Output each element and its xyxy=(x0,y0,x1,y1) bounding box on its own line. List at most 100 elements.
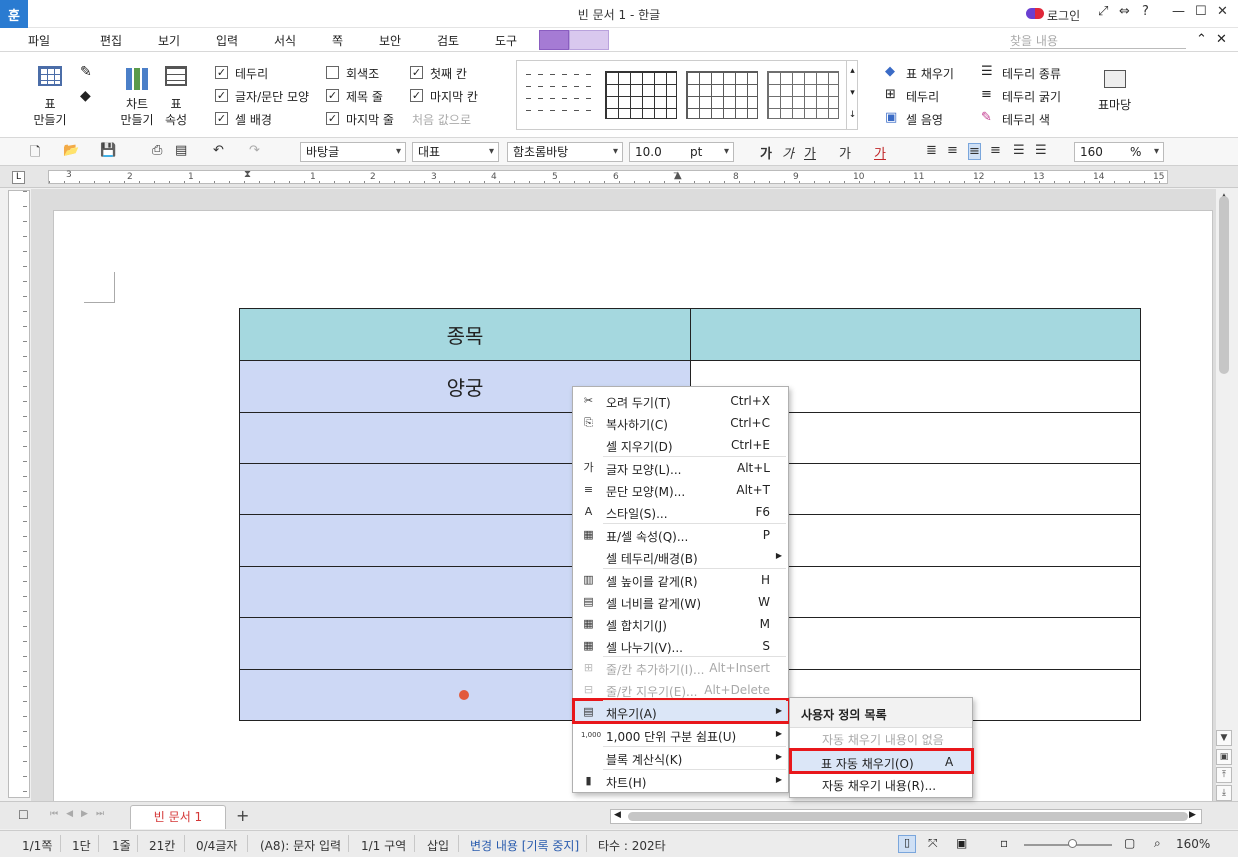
context-menu-item[interactable]: 셀 지우기(D) Ctrl+E xyxy=(573,434,788,456)
context-menu-item[interactable]: 가 글자 모양(L)... Alt+L xyxy=(573,457,788,479)
page-down-icon[interactable]: ⤓ xyxy=(1216,785,1232,801)
minimize-icon[interactable]: — xyxy=(1172,4,1185,19)
status-zoom[interactable]: 160% xyxy=(1176,837,1210,851)
check-cell-bg[interactable]: ✓ xyxy=(215,112,228,125)
menu-page[interactable]: 쪽 xyxy=(332,32,343,49)
menu-edit[interactable]: 편집 xyxy=(100,32,122,49)
new-doc-icon[interactable]: 🗋 xyxy=(30,143,40,165)
font-select[interactable]: 함초롬바탕 xyxy=(507,142,623,162)
pen-icon[interactable]: ✎ xyxy=(80,64,92,80)
redo-icon[interactable]: ↷ xyxy=(249,143,260,158)
auto-fill-content-item[interactable]: 자동 채우기 내용(R)... xyxy=(790,777,972,794)
close-icon[interactable]: ✕ xyxy=(1217,4,1228,19)
check-char-para[interactable]: ✓ xyxy=(215,89,228,102)
shade-icon[interactable]: ▣ xyxy=(885,110,897,125)
add-tab-button[interactable]: + xyxy=(236,806,249,825)
bold-icon[interactable]: 가 xyxy=(760,143,772,162)
context-menu-item[interactable]: A 스타일(S)... F6 xyxy=(573,501,788,523)
table-layout-tab[interactable] xyxy=(569,30,609,50)
border-icon[interactable]: ⊞ xyxy=(885,87,896,102)
menu-tools[interactable]: 도구 xyxy=(495,32,517,49)
border-type-button[interactable]: 테두리 종류 xyxy=(1002,65,1061,82)
print-icon[interactable]: ⎙ xyxy=(152,143,162,158)
underline-icon[interactable]: 가 xyxy=(804,143,816,162)
context-menu-item[interactable]: ▦ 셀 합치기(J) M xyxy=(573,613,788,635)
context-menu-item[interactable]: ▤ 채우기(A) ▶ xyxy=(573,701,788,723)
chart-make-button[interactable]: 차트 만들기 xyxy=(114,96,160,128)
menu-view[interactable]: 보기 xyxy=(158,32,180,49)
zoom-input[interactable]: 160 xyxy=(1074,142,1164,162)
zoom-out-icon[interactable]: ▫ xyxy=(1000,836,1008,850)
table-make-button[interactable]: 표 만들기 xyxy=(26,96,74,128)
align-justify-icon[interactable]: ≣ xyxy=(926,143,937,158)
chart-icon[interactable] xyxy=(126,68,148,90)
scroll-right-icon[interactable]: ▶ xyxy=(1189,810,1196,820)
check-last-row[interactable]: ✓ xyxy=(326,112,339,125)
table-fill-button[interactable]: 표 채우기 xyxy=(906,65,954,82)
border-color-icon[interactable]: ✎ xyxy=(981,110,992,125)
table-style-icon[interactable] xyxy=(1104,70,1126,88)
indent-marker[interactable]: ⧗ xyxy=(244,169,251,180)
close-doc-icon[interactable]: ✕ xyxy=(1216,32,1227,47)
font-size-input[interactable]: 10.0 xyxy=(629,142,734,162)
context-menu-item[interactable]: ▮ 차트(H) ▶ xyxy=(573,770,788,792)
table-props-icon[interactable] xyxy=(165,66,187,86)
table-props-button[interactable]: 표 속성 xyxy=(160,96,192,128)
maximize-icon[interactable]: ☐ xyxy=(1195,4,1207,19)
page-view-icon[interactable]: ▣ xyxy=(1216,749,1232,765)
undo-icon[interactable]: ↶ xyxy=(213,143,224,158)
view-fit-icon[interactable]: ⤧ xyxy=(928,836,938,851)
align-distribute-icon[interactable]: ☰ xyxy=(1013,143,1025,158)
context-menu-item[interactable]: ▤ 셀 너비를 같게(W) W xyxy=(573,591,788,613)
auto-fill-menu-item[interactable]: 표 자동 채우기(O) A xyxy=(789,748,974,774)
check-title-row[interactable]: ✓ xyxy=(326,89,339,102)
italic-icon[interactable]: 가 xyxy=(782,143,794,162)
table-header-cell[interactable]: 종목 xyxy=(239,307,691,362)
zoom-in-icon[interactable]: ▢ xyxy=(1124,836,1135,850)
language-select[interactable]: 대표 xyxy=(412,142,499,162)
border-type-icon[interactable]: ☰ xyxy=(981,64,993,79)
fullscreen-icon[interactable]: ⤢ xyxy=(1098,4,1108,19)
login-icon[interactable] xyxy=(1026,8,1044,19)
border-width-icon[interactable]: ≡ xyxy=(981,87,992,102)
check-grayscale[interactable] xyxy=(326,66,339,79)
menu-format[interactable]: 서식 xyxy=(274,32,296,49)
vertical-scroll-thumb[interactable] xyxy=(1219,196,1229,374)
table-style-button[interactable]: 표마당 xyxy=(1098,96,1131,113)
help-button[interactable]: ? xyxy=(1142,4,1149,19)
gallery-scroll[interactable]: ▴ ▾ ↓ xyxy=(846,60,858,130)
status-mode[interactable]: 삽입 xyxy=(427,837,449,854)
align-right-icon[interactable]: ≡ xyxy=(990,143,1001,158)
context-menu-item[interactable]: ▦ 셀 나누기(V)... S xyxy=(573,635,788,657)
menu-review[interactable]: 검토 xyxy=(437,32,459,49)
ribbon-collapse-icon[interactable]: ⌃ xyxy=(1196,32,1207,47)
table-header-cell[interactable] xyxy=(690,307,1141,362)
horizontal-ruler[interactable] xyxy=(48,170,1168,184)
style-select[interactable]: 바탕글 xyxy=(300,142,406,162)
reset-button[interactable]: 처음 값으로 xyxy=(412,111,471,128)
style-preview-4[interactable] xyxy=(767,71,839,119)
tab-nav-icons[interactable]: ⏮◀▶⏭ xyxy=(50,809,112,819)
context-menu-item[interactable]: ✂ 오려 두기(T) Ctrl+X xyxy=(573,390,788,412)
cell-shade-button[interactable]: 셀 음영 xyxy=(906,111,943,128)
tab-type-icon[interactable]: L xyxy=(12,171,25,184)
check-border[interactable]: ✓ xyxy=(215,66,228,79)
table-icon[interactable] xyxy=(38,66,62,86)
page-up-icon[interactable]: ⤒ xyxy=(1216,767,1232,783)
eraser-icon[interactable]: ◆ xyxy=(80,88,91,104)
open-icon[interactable]: 📂 xyxy=(63,143,79,158)
border-button[interactable]: 테두리 xyxy=(906,88,939,105)
context-menu-item[interactable]: 1,000 1,000 단위 구분 쉼표(U) ▶ xyxy=(573,724,788,746)
strike-icon[interactable]: 가 xyxy=(839,143,851,162)
context-menu-item[interactable]: ▥ 셀 높이를 같게(R) H xyxy=(573,569,788,591)
check-last-col[interactable]: ✓ xyxy=(410,89,423,102)
context-menu-item[interactable]: ≡ 문단 모양(M)... Alt+T xyxy=(573,479,788,501)
right-indent-marker[interactable]: ▲ xyxy=(674,170,682,181)
style-preview-3[interactable] xyxy=(686,71,758,119)
align-divide-icon[interactable]: ☰ xyxy=(1035,143,1047,158)
view-multi-icon[interactable]: ▣ xyxy=(956,836,967,850)
menu-insert[interactable]: 입력 xyxy=(216,32,238,49)
fill-icon[interactable]: ◆ xyxy=(885,64,895,79)
style-preview-2[interactable] xyxy=(605,71,677,119)
save-icon[interactable]: 💾 xyxy=(100,143,116,158)
